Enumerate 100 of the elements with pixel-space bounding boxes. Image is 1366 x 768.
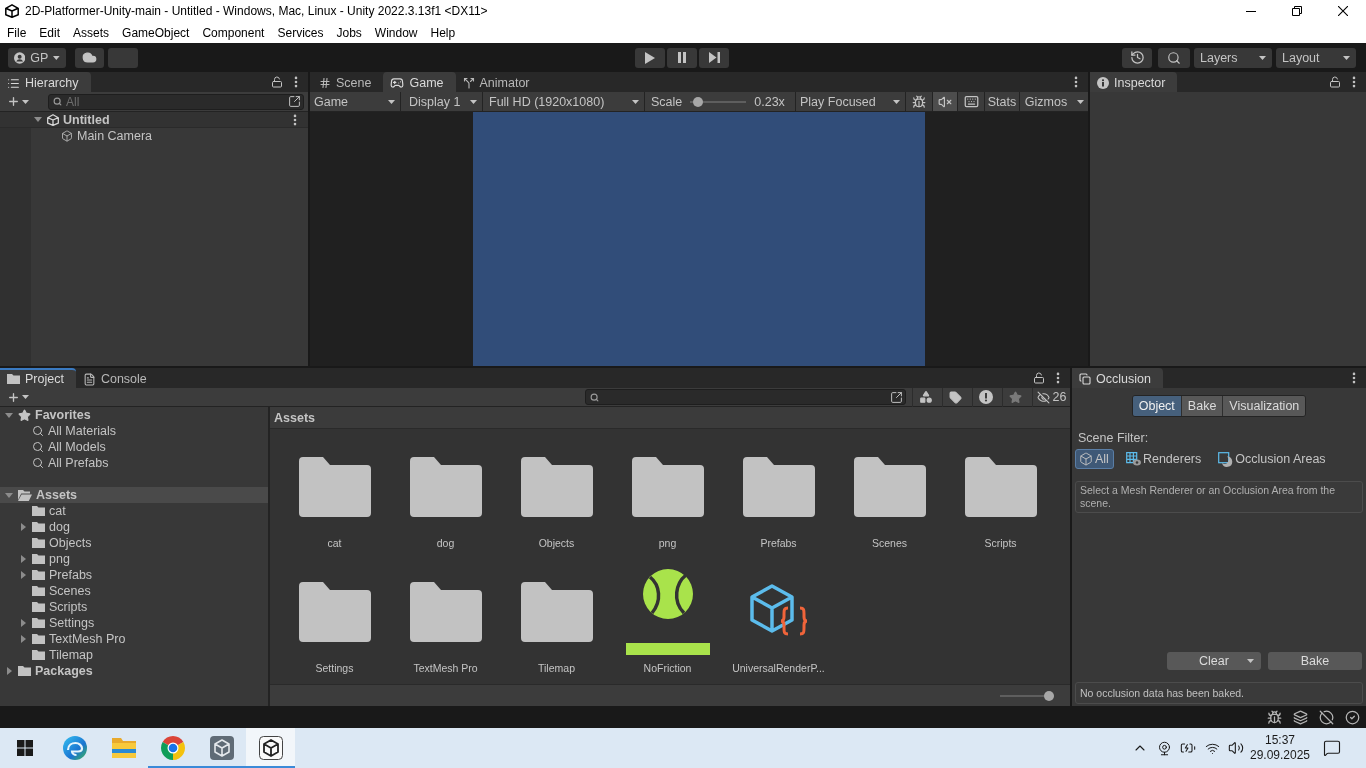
asset-name[interactable]: dog	[436, 537, 455, 549]
asset-name[interactable]: NoFriction	[643, 662, 692, 674]
folder-icon[interactable]	[520, 457, 593, 517]
mute-toggle[interactable]	[933, 92, 958, 111]
asset-name[interactable]: cat	[327, 537, 342, 549]
pause-button[interactable]	[667, 47, 697, 68]
mode-tab[interactable]: Visualization	[1223, 396, 1306, 416]
folder-icon[interactable]	[298, 457, 371, 517]
menu-item[interactable]: Jobs	[329, 22, 368, 43]
expand-arrow-icon[interactable]	[20, 523, 26, 531]
filter-button[interactable]: Renderers	[1121, 449, 1207, 469]
tree-item[interactable]: Objects	[0, 535, 268, 551]
tree-item[interactable]: Tilemap	[0, 647, 268, 663]
app-taskbar-button[interactable]	[246, 728, 295, 768]
asset-name[interactable]: Tilemap	[538, 662, 575, 674]
expand-arrow-icon[interactable]	[20, 555, 26, 563]
menu-item[interactable]: GameObject	[115, 22, 196, 43]
crossed-circle-icon[interactable]	[1319, 709, 1334, 725]
tab[interactable]: Animator	[455, 72, 542, 92]
tree-item[interactable]: TextMesh Pro	[0, 631, 268, 647]
folder-icon[interactable]	[298, 582, 371, 642]
cloud-button[interactable]	[75, 47, 104, 68]
play-mode-dropdown[interactable]: Play Focused	[796, 92, 906, 111]
asset-name[interactable]: Scripts	[984, 537, 1017, 549]
search-field[interactable]: All	[48, 93, 304, 110]
folder-icon[interactable]	[853, 457, 926, 517]
expand-arrow-icon[interactable]	[20, 619, 26, 627]
gizmos-button[interactable]: Gizmos	[1020, 92, 1072, 111]
clear-dropdown[interactable]: Clear	[1167, 652, 1261, 670]
folder-icon[interactable]	[631, 457, 704, 517]
asset-name[interactable]: UniversalRenderP...	[732, 662, 825, 674]
folder-icon[interactable]	[409, 457, 482, 517]
tree-item[interactable]: Scenes	[0, 583, 268, 599]
filter-button[interactable]: All	[1075, 449, 1114, 469]
expand-arrow-icon[interactable]	[5, 412, 13, 418]
tree-item[interactable]: cat	[0, 503, 268, 519]
folder-icon[interactable]	[742, 457, 815, 517]
tree-item[interactable]: png	[0, 551, 268, 567]
asset-name[interactable]: png	[658, 537, 677, 549]
asset-name[interactable]: TextMesh Pro	[413, 662, 478, 674]
popout-icon[interactable]	[890, 390, 903, 404]
layers-dropdown[interactable]: Layers	[1194, 47, 1272, 68]
tab[interactable]: Game	[383, 72, 456, 92]
filter-button[interactable]: Occlusion Areas	[1214, 449, 1331, 469]
tree-item[interactable]: Scripts	[0, 599, 268, 615]
tree-item[interactable]: Assets	[0, 487, 268, 503]
tab[interactable]: Hierarchy	[0, 72, 91, 92]
tree-item[interactable]: All Models	[0, 439, 268, 455]
expand-arrow-icon[interactable]	[20, 635, 26, 643]
asset-name[interactable]: Scenes	[872, 537, 907, 549]
folder-icon[interactable]	[964, 457, 1037, 517]
lock-icon[interactable]	[1033, 372, 1045, 384]
mode-tab[interactable]: Object	[1132, 396, 1182, 416]
tab[interactable]: Occlusion	[1072, 368, 1163, 388]
menu-item[interactable]: Help	[423, 22, 462, 43]
tree-item[interactable]: Favorites	[0, 407, 268, 423]
expand-arrow-icon[interactable]	[5, 492, 13, 498]
step-button[interactable]	[699, 47, 729, 68]
asset-name[interactable]: Prefabs	[760, 537, 797, 549]
resolution-dropdown[interactable]: Full HD (1920x1080)	[483, 92, 645, 111]
tree-item[interactable]: dog	[0, 519, 268, 535]
tree-item[interactable]: All Materials	[0, 423, 268, 439]
expand-arrow-icon[interactable]	[34, 117, 42, 122]
search-button[interactable]	[1158, 47, 1190, 68]
check-circle-icon[interactable]	[1345, 709, 1360, 725]
asset-name[interactable]: Settings	[315, 662, 354, 674]
lock-icon[interactable]	[1329, 76, 1341, 88]
display-dropdown[interactable]: Display 1	[401, 92, 483, 111]
tab[interactable]: Project	[0, 368, 76, 388]
account-dropdown[interactable]: GP	[8, 47, 66, 68]
search-field[interactable]	[585, 389, 906, 405]
menu-item[interactable]: Component	[195, 22, 271, 43]
layout-dropdown[interactable]: Layout	[1276, 47, 1356, 68]
expand-arrow-icon[interactable]	[20, 571, 26, 579]
play-button[interactable]	[635, 47, 665, 68]
clock[interactable]: 15:37 29.09.2025	[1248, 728, 1312, 768]
popout-icon[interactable]	[288, 95, 301, 108]
stack-icon[interactable]	[1293, 709, 1308, 725]
expand-arrow-icon[interactable]	[6, 667, 12, 675]
slider-thumb[interactable]	[692, 96, 703, 107]
stats-button[interactable]: Stats	[985, 92, 1020, 111]
ball-icon[interactable]	[625, 569, 710, 655]
tree-item[interactable]: Packages	[0, 663, 268, 679]
lock-icon[interactable]	[271, 76, 283, 88]
folder-icon[interactable]	[520, 582, 593, 642]
menu-item[interactable]: File	[0, 22, 33, 43]
bug-icon[interactable]	[1267, 709, 1282, 725]
tree-item[interactable]: Settings	[0, 615, 268, 631]
breadcrumb-link[interactable]: Assets	[274, 410, 315, 425]
history-button[interactable]	[1122, 47, 1152, 68]
menu-item[interactable]: Assets	[66, 22, 116, 43]
asset-name[interactable]: Objects	[538, 537, 575, 549]
mode-tab[interactable]: Bake	[1181, 396, 1224, 416]
tab[interactable]: Scene	[312, 72, 384, 92]
view-dropdown[interactable]: Game	[310, 92, 401, 111]
bake-button[interactable]: Bake	[1268, 652, 1362, 670]
tree-item[interactable]: All Prefabs	[0, 455, 268, 471]
hidden-packages-toggle[interactable]: 26	[1032, 387, 1070, 407]
slider-thumb[interactable]	[1044, 690, 1054, 701]
menu-item[interactable]: Edit	[32, 22, 67, 43]
